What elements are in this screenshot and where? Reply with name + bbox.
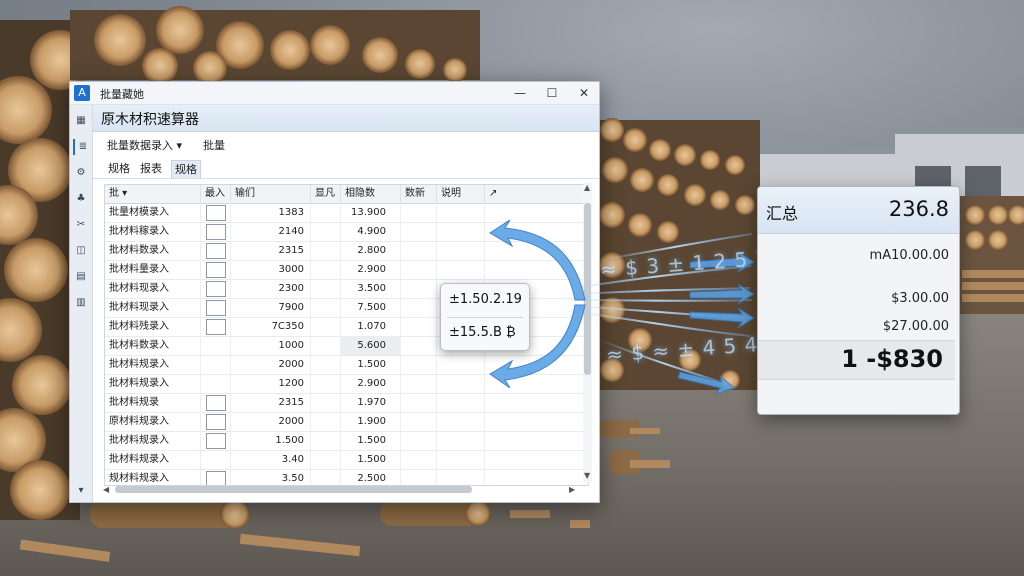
summary-total: 236.8	[888, 197, 949, 221]
popup-value-2: ±15.5.B ₿	[449, 325, 516, 340]
popup-divider	[447, 317, 523, 318]
summary-line-3: $27.00.00	[882, 319, 949, 334]
value-popup: ±1.50.2.19 ±15.5.B ₿	[440, 283, 530, 351]
summary-header: 汇总 236.8	[758, 187, 959, 234]
summary-panel: 汇总 236.8 mA10.00.00 $3.00.00 $27.00.00 1…	[757, 186, 960, 415]
summary-line-1: mA10.00.00	[869, 248, 949, 263]
popup-value-1: ±1.50.2.19	[449, 292, 522, 307]
summary-final-box: 1 -$830	[758, 340, 955, 380]
summary-final-value: 1 -$830	[841, 345, 943, 373]
summary-line-2: $3.00.00	[891, 291, 949, 306]
summary-label: 汇总	[766, 204, 799, 223]
